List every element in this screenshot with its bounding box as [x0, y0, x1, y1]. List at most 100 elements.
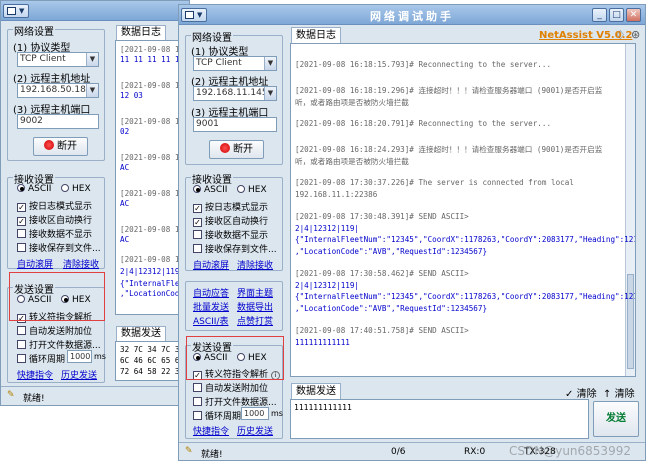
log-line: {"InternalFleetNum":"12345","CoordX":117…: [295, 235, 636, 244]
host-select[interactable]: 192.168.50.189 ▼: [17, 83, 99, 98]
back-log-line: [2021-09-08 17: [120, 45, 185, 54]
front-log-panel: [2021-09-08 16:18:15.793]# Reconnecting …: [290, 43, 636, 377]
recv-opt-log[interactable]: ✓ 按日志模式显示: [193, 200, 268, 213]
back-status-bar: ✎ 就绪!: [1, 386, 189, 405]
auto-scroll-link[interactable]: 自动滚屏: [193, 258, 229, 271]
batch-send-link[interactable]: 批量发送: [193, 300, 229, 313]
send-opt-append[interactable]: 自动发送附加位: [17, 324, 92, 337]
recv-opt-log[interactable]: ✓ 按日志模式显示: [17, 199, 92, 212]
system-menu-icon[interactable]: ▼: [3, 4, 29, 18]
disconnect-button[interactable]: 断开: [33, 137, 88, 156]
host-select[interactable]: 192.168.11.145 ▼: [193, 86, 277, 101]
back-log-line: 2|4|12312|119|: [120, 267, 185, 276]
log-line: 111111111111: [295, 338, 350, 347]
status-text: 就绪!: [23, 394, 45, 404]
recv-opt-save[interactable]: 接收保存到文件...: [193, 242, 277, 255]
network-settings-title: 网络设置: [13, 23, 55, 38]
cycle-input[interactable]: 1000: [241, 407, 269, 420]
ascii-table-link[interactable]: ASCII/表: [193, 314, 229, 327]
chevron-down-icon[interactable]: ▼: [86, 53, 98, 66]
history-send-link[interactable]: 历史发送: [61, 368, 97, 381]
counter-text: 0/6: [391, 447, 406, 457]
back-log-line: AC: [120, 163, 130, 172]
back-log-line: [2021-09-08 17: [120, 153, 185, 162]
network-settings-title: 网络设置: [191, 29, 233, 44]
send-opt-cycle[interactable]: 循环周期: [193, 409, 241, 422]
cycle-input[interactable]: 1000: [67, 350, 92, 363]
log-line: ,"LocationCode":"AVB","RequestId":123456…: [295, 247, 488, 256]
log-line: 192.168.11.1:22386: [295, 190, 378, 199]
close-icon[interactable]: ✕: [626, 8, 641, 22]
protocol-select[interactable]: TCP Client ▼: [193, 56, 277, 71]
back-log-line: [2021-09-08 17: [120, 189, 185, 198]
clear-all-button[interactable]: ↑ 清除: [603, 385, 635, 400]
back-log-line: AC: [120, 199, 130, 208]
export-link[interactable]: 数据导出: [237, 300, 273, 313]
recv-opt-wrap[interactable]: ✓ 接收区自动换行: [193, 214, 268, 227]
disconnect-label: 断开: [233, 144, 253, 155]
tab-data-log[interactable]: 数据日志: [291, 27, 341, 43]
back-send-line: 32 7C 34 7C 31: [120, 345, 185, 354]
back-log-line: [2021-09-08 17: [120, 225, 185, 234]
log-line: {"InternalFleetNum":"12345","CoordX":117…: [295, 292, 636, 301]
chevron-down-icon[interactable]: ▼: [264, 57, 276, 70]
settings-icon[interactable]: ♢: [615, 28, 626, 42]
port-input[interactable]: 9002: [17, 114, 99, 129]
back-send-line: 72 64 58 22 3A: [120, 367, 185, 376]
history-send-link[interactable]: 历史发送: [237, 424, 273, 437]
clear-recv-link[interactable]: 清除接收: [237, 258, 273, 271]
auto-scroll-link[interactable]: 自动滚屏: [17, 257, 53, 270]
recv-opt-hide[interactable]: 接收数据不显示: [193, 228, 268, 241]
record-icon: [220, 143, 230, 153]
quick-cmd-link[interactable]: 快捷指令: [17, 368, 53, 381]
port-input[interactable]: 9001: [193, 117, 277, 132]
recv-hex-radio[interactable]: HEX: [61, 184, 91, 194]
chevron-down-icon[interactable]: ▼: [264, 87, 276, 100]
status-text: 就绪!: [201, 450, 223, 460]
minimize-icon[interactable]: _: [592, 8, 607, 22]
recv-ascii-radio[interactable]: ASCII: [193, 185, 227, 195]
recv-opt-save[interactable]: 接收保存到文件...: [17, 241, 101, 254]
back-log-line: 11 11 11 11 11: [120, 55, 185, 64]
recv-opt-hide[interactable]: 接收数据不显示: [17, 227, 92, 240]
send-opt-cycle[interactable]: 循环周期: [17, 352, 65, 365]
watermark: CSDN@yun6853992: [509, 444, 631, 458]
disconnect-button[interactable]: 断开: [209, 140, 264, 159]
disconnect-label: 断开: [57, 141, 77, 152]
recv-ascii-radio[interactable]: ASCII: [17, 184, 51, 194]
recv-hex-radio[interactable]: HEX: [237, 185, 267, 195]
log-line: [2021-09-08 16:18:15.793]# Reconnecting …: [295, 60, 552, 69]
clear-send-button[interactable]: ✓ 清除: [565, 385, 597, 400]
front-titlebar: ▼ 网络调试助手 _ □ ✕: [179, 5, 645, 25]
tab-data-send[interactable]: 数据发送: [291, 383, 341, 399]
back-log-line: 02: [120, 127, 130, 136]
quick-cmd-link[interactable]: 快捷指令: [193, 424, 229, 437]
send-opt-append[interactable]: 自动发送附加位: [193, 381, 268, 394]
protocol-value: TCP Client: [20, 54, 66, 64]
front-status-bar: ✎ 就绪! 0/6 RX:0 TX:328 CSDN@yun6853992: [179, 442, 645, 460]
tab-data-log[interactable]: 数据日志: [116, 25, 166, 40]
log-line: 2|4|12312|119|: [295, 281, 360, 290]
maximize-icon[interactable]: □: [609, 8, 624, 22]
front-window: ▼ 网络调试助手 _ □ ✕ 网络设置 (1) 协议类型 TCP Client ▼…: [178, 4, 646, 461]
arrow-up-icon: ↑: [603, 389, 612, 400]
log-scrollbar[interactable]: [625, 44, 635, 376]
protocol-select[interactable]: TCP Client ▼: [17, 52, 99, 67]
send-text: 111111111111: [294, 403, 352, 412]
pin-icon[interactable]: ⊛: [631, 28, 640, 41]
log-line: [2021-09-08 16:18:24.293]# 连接超时！！！请检查服务器…: [295, 145, 603, 154]
clear-recv-link[interactable]: 清除接收: [63, 257, 99, 270]
donate-link[interactable]: 点赞打赏: [237, 314, 273, 327]
pencil-icon: ✎: [7, 390, 15, 400]
back-log-line: [2021-09-08 17: [120, 81, 185, 90]
back-send-line: 6C 46 6C 65 65: [120, 356, 185, 365]
recv-opt-wrap[interactable]: ✓ 接收区自动换行: [17, 213, 92, 226]
chevron-down-icon[interactable]: ▼: [86, 84, 98, 97]
send-button[interactable]: 发送: [593, 401, 639, 437]
back-log-line: AC: [120, 235, 130, 244]
auto-reply-link[interactable]: 自动应答: [193, 286, 229, 299]
send-input[interactable]: 111111111111: [290, 399, 589, 439]
pencil-icon: ✎: [185, 446, 193, 456]
theme-link[interactable]: 界面主题: [237, 286, 273, 299]
tab-data-send[interactable]: 数据发送: [116, 326, 166, 341]
